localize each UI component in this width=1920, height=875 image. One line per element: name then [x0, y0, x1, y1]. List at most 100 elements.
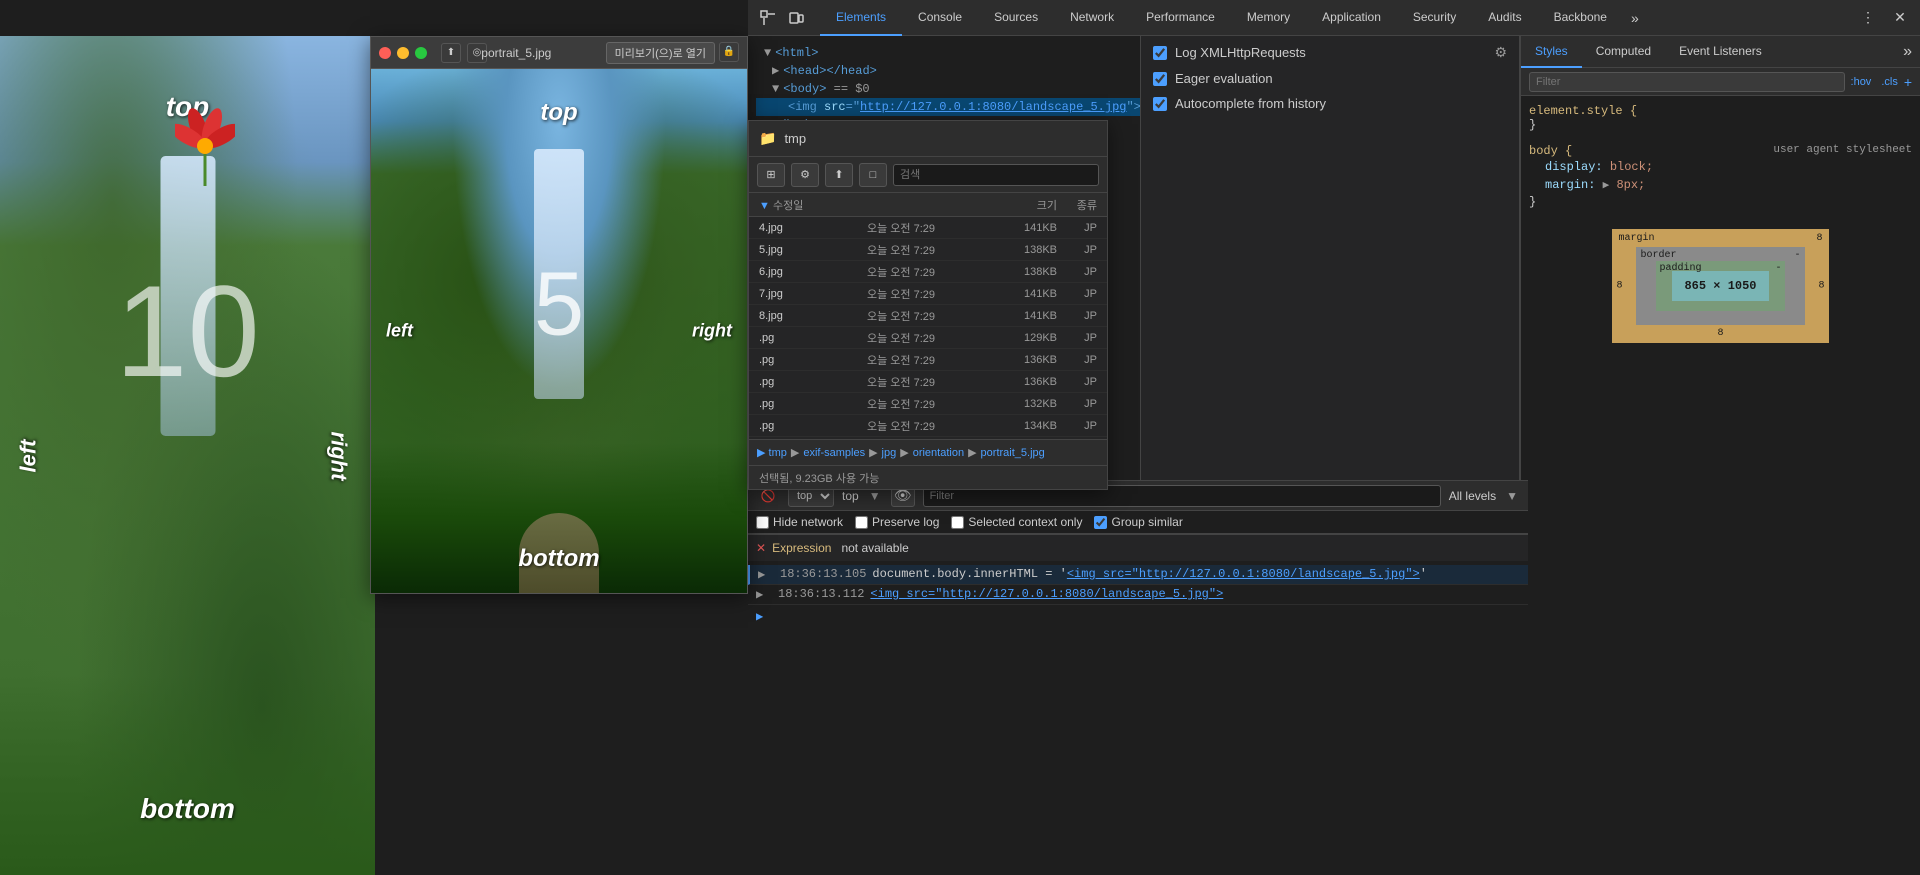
fm-file-row[interactable]: 7.jpg 오늘 오전 7:29 141KB JP: [749, 283, 1107, 305]
folder-icon: 📁: [759, 130, 776, 147]
fm-file-row[interactable]: .pg 오늘 오전 7:29 136KB JP: [749, 371, 1107, 393]
more-options-icon[interactable]: ⋮: [1856, 6, 1880, 30]
portrait-bottom-label: bottom: [518, 545, 599, 573]
log-xhr-settings[interactable]: ⚙: [1494, 44, 1507, 61]
css-close-brace-1: }: [1529, 118, 1536, 132]
eager-eval-checkbox[interactable]: [1153, 72, 1167, 86]
expression-close[interactable]: ✕: [756, 541, 766, 555]
tab-styles[interactable]: Styles: [1521, 36, 1582, 68]
fm-col-type: 종류: [1057, 197, 1097, 213]
fm-share-btn[interactable]: ⬆: [825, 163, 853, 187]
hov-filter[interactable]: :hov: [1851, 76, 1872, 88]
more-tabs-button[interactable]: »: [1623, 0, 1647, 36]
more-styles-tabs[interactable]: »: [1895, 43, 1920, 61]
fm-breadcrumb-tmp[interactable]: ▶ tmp: [757, 446, 787, 459]
log-xhr-label: Log XMLHttpRequests: [1175, 45, 1306, 60]
fm-breadcrumb-jpg[interactable]: jpg: [882, 447, 897, 459]
console-log-area: ▶ 18:36:13.105 document.body.innerHTML =…: [748, 561, 1528, 875]
tab-sources[interactable]: Sources: [978, 0, 1054, 36]
fm-breadcrumb-orientation[interactable]: orientation: [913, 447, 964, 459]
preview-open-button[interactable]: 미리보기(으)로 열기: [606, 42, 715, 64]
log-expand-2[interactable]: ▶: [756, 587, 772, 602]
log-xhr-checkbox[interactable]: [1153, 46, 1167, 60]
fm-file-row[interactable]: 4.jpg 오늘 오전 7:29 141KB JP: [749, 217, 1107, 239]
css-display-line[interactable]: display: block;: [1529, 158, 1912, 176]
portrait-right-label: right: [692, 321, 732, 342]
css-selector-body: body {: [1529, 144, 1572, 158]
console-prompt: ▶: [756, 609, 763, 624]
fm-file-row[interactable]: 8.jpg 오늘 오전 7:29 141KB JP: [749, 305, 1107, 327]
autocomplete-label: Autocomplete from history: [1175, 96, 1326, 111]
fm-file-row[interactable]: 6.jpg 오늘 오전 7:29 138KB JP: [749, 261, 1107, 283]
add-style[interactable]: +: [1904, 74, 1912, 90]
group-similar-checkbox[interactable]: [1094, 516, 1107, 529]
autocomplete-checkbox[interactable]: [1153, 97, 1167, 111]
close-devtools-icon[interactable]: ✕: [1888, 6, 1912, 30]
fm-col-name: ▼ 수정일: [759, 197, 987, 213]
padding-val: -: [1776, 263, 1782, 274]
fm-breadcrumb-file[interactable]: portrait_5.jpg: [981, 447, 1045, 459]
fm-file-row[interactable]: .pg 오늘 오전 7:29 136KB JP: [749, 349, 1107, 371]
console-all-levels: All levels: [1449, 489, 1496, 503]
log-text-1: document.body.innerHTML = '<img src="htt…: [872, 567, 1520, 581]
fm-view-toggle[interactable]: ⊞: [757, 163, 785, 187]
lock-icon[interactable]: 🔒: [719, 42, 739, 62]
tab-audits[interactable]: Audits: [1472, 0, 1537, 36]
flower-decoration: [175, 106, 235, 186]
fm-search-input[interactable]: [893, 164, 1099, 186]
device-icon[interactable]: [784, 6, 808, 30]
tab-performance[interactable]: Performance: [1130, 0, 1231, 36]
tab-memory[interactable]: Memory: [1231, 0, 1306, 36]
tab-network[interactable]: Network: [1054, 0, 1130, 36]
close-button[interactable]: [379, 47, 391, 59]
tab-console[interactable]: Console: [902, 0, 978, 36]
console-arrow-down[interactable]: ▼: [869, 489, 881, 503]
fm-breadcrumb-exif[interactable]: exif-samples: [803, 447, 865, 459]
styles-filter-input[interactable]: [1529, 72, 1845, 92]
fm-breadcrumb: ▶ tmp ▶ exif-samples ▶ jpg ▶ orientation…: [749, 439, 1107, 465]
tab-event-listeners[interactable]: Event Listeners: [1665, 36, 1776, 68]
minimize-button[interactable]: [397, 47, 409, 59]
log-timestamp-1: 18:36:13.105: [780, 567, 866, 581]
console-log-2: ▶ 18:36:13.112 <img src="http://127.0.0.…: [748, 585, 1528, 605]
tab-backbone[interactable]: Backbone: [1538, 0, 1623, 36]
tab-security[interactable]: Security: [1397, 0, 1472, 36]
fm-sort-arrow[interactable]: ▼: [759, 200, 770, 212]
log-link-1[interactable]: <img src="http://127.0.0.1:8080/landscap…: [1067, 567, 1420, 581]
group-similar-option[interactable]: Group similar: [1094, 515, 1182, 529]
tab-computed[interactable]: Computed: [1582, 36, 1665, 68]
log-link-2[interactable]: <img src="http://127.0.0.1:8080/landscap…: [870, 587, 1223, 601]
css-margin-line[interactable]: margin: ▶ 8px;: [1529, 176, 1912, 195]
hide-network-checkbox[interactable]: [756, 516, 769, 529]
preserve-log-option[interactable]: Preserve log: [855, 515, 939, 529]
cls-filter[interactable]: .cls: [1881, 76, 1898, 88]
console-log-1: ▶ 18:36:13.105 document.body.innerHTML =…: [748, 565, 1528, 585]
portrait-titlebar: ⬆ ◎ portrait_5.jpg 미리보기(으)로 열기 🔒: [371, 37, 747, 69]
eager-eval-label: Eager evaluation: [1175, 71, 1273, 86]
fm-file-row[interactable]: .pg 오늘 오전 7:29 129KB JP: [749, 327, 1107, 349]
request-blocking-panel: Request blocking ✕ Log XMLHttpRequests ⚙…: [1140, 0, 1520, 480]
selected-context-option[interactable]: Selected context only: [951, 515, 1082, 529]
margin-top-val: 8: [1817, 233, 1823, 244]
fm-settings-btn[interactable]: ⚙: [791, 163, 819, 187]
fm-action-btn[interactable]: □: [859, 163, 887, 187]
css-rule-element-style: element.style { }: [1529, 104, 1912, 132]
console-levels-arrow[interactable]: ▼: [1506, 489, 1518, 503]
selected-context-checkbox[interactable]: [951, 516, 964, 529]
margin-bottom-val: 8: [1717, 328, 1723, 339]
portrait-image-content: top bottom left right 5: [371, 69, 747, 593]
tab-application[interactable]: Application: [1306, 0, 1397, 36]
tab-elements[interactable]: Elements: [820, 0, 902, 36]
inspect-icon[interactable]: [756, 6, 780, 30]
border-val: -: [1795, 250, 1801, 261]
log-expand-1[interactable]: ▶: [758, 567, 774, 582]
hide-network-option[interactable]: Hide network: [756, 515, 843, 529]
preserve-log-checkbox[interactable]: [855, 516, 868, 529]
fm-column-headers: ▼ 수정일 크기 종류: [749, 193, 1107, 217]
log-text-2: <img src="http://127.0.0.1:8080/landscap…: [870, 587, 1520, 601]
devtools-tab-list: Elements Console Sources Network Perform…: [820, 0, 1856, 36]
fm-file-row[interactable]: .pg 오늘 오전 7:29 132KB JP: [749, 393, 1107, 415]
fm-file-row[interactable]: 5.jpg 오늘 오전 7:29 138KB JP: [749, 239, 1107, 261]
fm-file-row[interactable]: .pg 오늘 오전 7:29 134KB JP: [749, 415, 1107, 437]
maximize-button[interactable]: [415, 47, 427, 59]
